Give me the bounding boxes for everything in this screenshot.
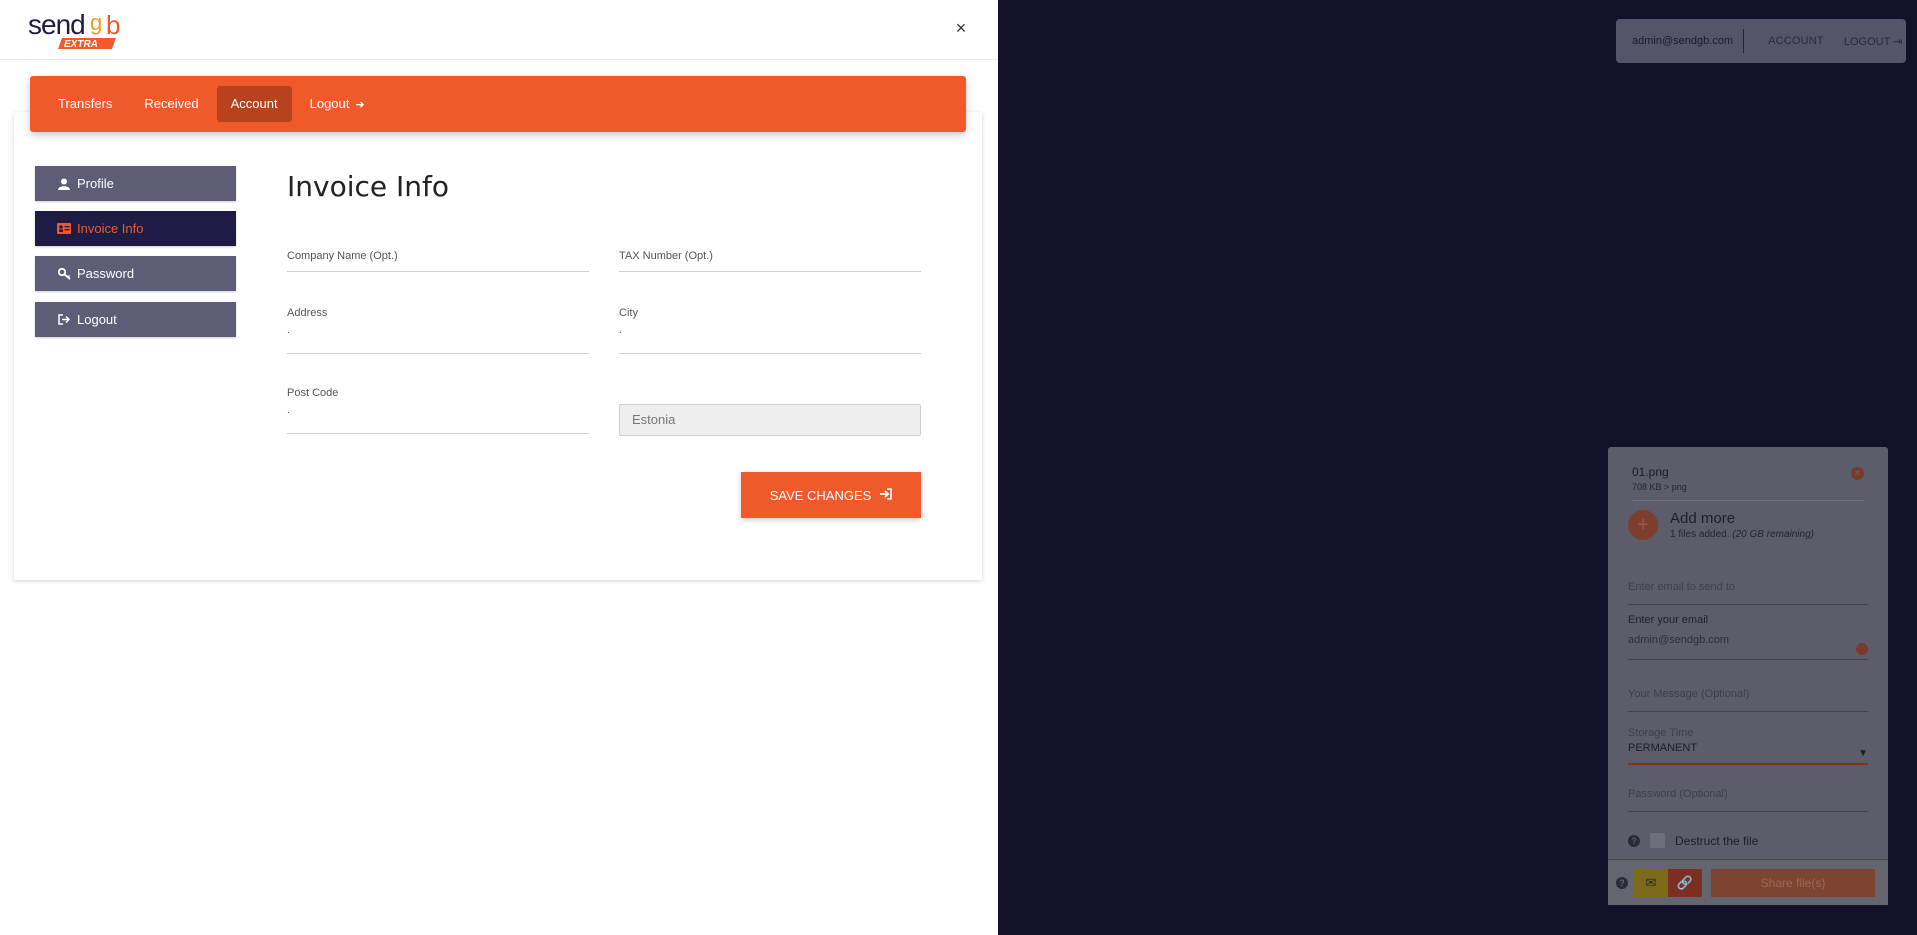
help-icon[interactable]: ?: [1616, 876, 1628, 889]
topbar-account-link[interactable]: ACCOUNT: [1768, 35, 1824, 47]
sidebar-item-password[interactable]: Password: [35, 256, 236, 291]
upload-panel: 01.png 708 KB > png × + Add more 1 files…: [1608, 447, 1888, 905]
check-icon: [1856, 643, 1868, 655]
topbar-logout-link[interactable]: LOGOUT ⇥: [1844, 35, 1903, 48]
sendgb-extra-logo: send g b EXTRA: [28, 9, 120, 50]
link-mode-button[interactable]: 🔗: [1668, 868, 1702, 897]
sign-in-icon: [879, 487, 893, 503]
envelope-icon: ✉: [1645, 874, 1657, 890]
svg-text:b: b: [106, 10, 120, 40]
storage-time-value: PERMANENT: [1628, 742, 1698, 754]
destruct-checkbox[interactable]: [1650, 833, 1665, 848]
city-value: .: [619, 325, 622, 336]
nav-logout-label: Logout: [309, 96, 350, 111]
id-card-icon: [57, 223, 71, 234]
files-added-status: 1 files added. (20 GB remaining): [1670, 529, 1814, 540]
link-icon: 🔗: [1676, 874, 1694, 890]
sign-out-icon: ⇥: [1893, 35, 1903, 48]
address-field[interactable]: Address .: [287, 307, 589, 354]
user-icon: [57, 178, 71, 190]
password-input[interactable]: Password (Optional): [1628, 784, 1868, 812]
account-modal: send g b EXTRA × Transfers Received Acco…: [0, 0, 998, 935]
svg-text:g: g: [90, 10, 102, 35]
city-label: City: [619, 307, 638, 319]
sign-out-icon: [57, 314, 71, 325]
destruct-option: ? Destruct the file: [1628, 833, 1758, 848]
background-topbar: admin@sendgb.com ACCOUNT LOGOUT ⇥: [1616, 19, 1906, 63]
address-label: Address: [287, 307, 328, 319]
post-code-value: .: [287, 405, 290, 416]
sign-out-icon: ➜: [355, 99, 365, 111]
file-name: 01.png: [1632, 465, 1669, 479]
post-code-field[interactable]: Post Code .: [287, 387, 589, 434]
nav-received[interactable]: Received: [130, 86, 212, 122]
company-name-field[interactable]: Company Name (Opt.): [287, 250, 589, 272]
post-code-label: Post Code: [287, 387, 339, 399]
add-more-label: Add more: [1670, 510, 1736, 527]
svg-text:send: send: [28, 9, 85, 40]
help-icon[interactable]: ?: [1628, 834, 1640, 847]
tax-number-label: TAX Number (Opt.): [619, 250, 713, 262]
upload-action-bar: ? ✉ 🔗 Share file(s): [1608, 859, 1888, 905]
save-changes-label: SAVE CHANGES: [769, 487, 872, 503]
storage-time-label: Storage Time: [1628, 727, 1694, 739]
nav-transfers[interactable]: Transfers: [44, 86, 126, 122]
nav-logout[interactable]: Logout ➜: [296, 86, 379, 122]
sidebar-item-profile[interactable]: Profile: [35, 166, 236, 201]
modal-header: send g b EXTRA ×: [0, 0, 998, 60]
svg-text:EXTRA: EXTRA: [64, 39, 98, 50]
topbar-email: admin@sendgb.com: [1616, 29, 1745, 53]
your-email-value: admin@sendgb.com: [1628, 634, 1730, 646]
save-changes-button[interactable]: SAVE CHANGES: [741, 472, 921, 518]
caret-down-icon: ▼: [1858, 748, 1868, 759]
sidebar-item-label: Logout: [77, 312, 117, 327]
company-name-label: Company Name (Opt.): [287, 250, 398, 262]
sidebar-item-label: Invoice Info: [77, 221, 144, 236]
sidebar-item-label: Password: [77, 266, 135, 281]
nav-account[interactable]: Account: [216, 86, 292, 122]
message-input[interactable]: Your Message (Optional): [1628, 684, 1868, 712]
close-button[interactable]: ×: [950, 17, 972, 39]
tax-number-field[interactable]: TAX Number (Opt.): [619, 250, 921, 272]
email-mode-button[interactable]: ✉: [1634, 868, 1668, 897]
country-select[interactable]: Estonia: [619, 404, 921, 436]
share-files-button[interactable]: Share file(s): [1711, 868, 1875, 897]
your-email-label: Enter your email: [1628, 614, 1709, 626]
address-value: .: [287, 325, 290, 336]
add-more-button[interactable]: + Add more 1 files added. (20 GB remaini…: [1628, 510, 1814, 540]
destruct-label: Destruct the file: [1675, 833, 1759, 848]
sidebar-item-logout[interactable]: Logout: [35, 302, 236, 337]
uploaded-file-item: 01.png 708 KB > png ×: [1632, 465, 1864, 501]
sidebar-item-invoice-info[interactable]: Invoice Info: [35, 211, 236, 246]
file-meta: 708 KB > png: [1632, 482, 1687, 492]
city-field[interactable]: City .: [619, 307, 921, 354]
plus-icon: +: [1628, 510, 1658, 540]
remove-file-icon[interactable]: ×: [1851, 467, 1864, 480]
sidebar-item-label: Profile: [77, 176, 114, 191]
page-title: Invoice Info: [287, 170, 449, 203]
send-to-email-input[interactable]: Enter email to send to: [1628, 577, 1868, 605]
your-email-field[interactable]: Enter your email admin@sendgb.com: [1628, 614, 1868, 660]
account-nav: Transfers Received Account Logout ➜: [30, 76, 966, 132]
storage-time-select[interactable]: Storage Time PERMANENT ▼: [1628, 727, 1868, 765]
key-icon: [57, 267, 71, 280]
